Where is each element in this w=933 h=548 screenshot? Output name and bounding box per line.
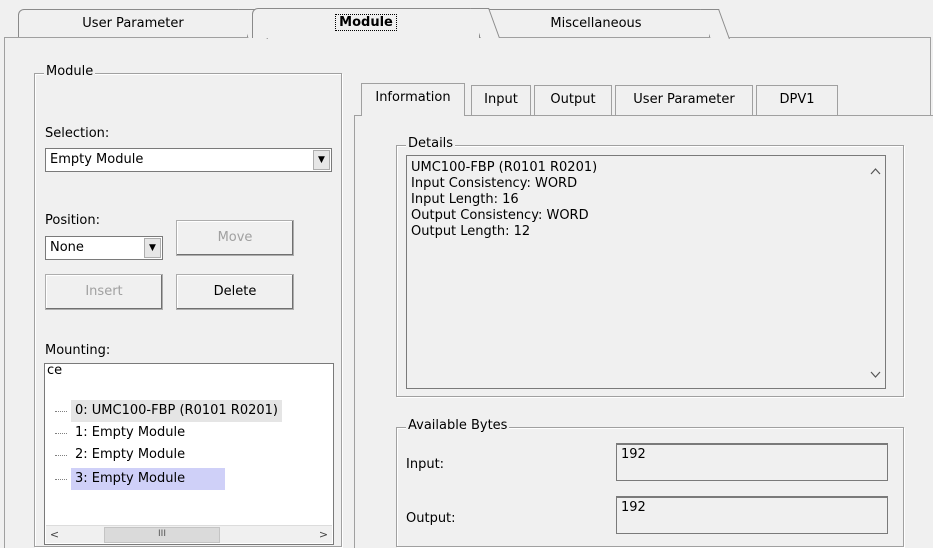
scroll-thumb[interactable]: III (104, 527, 220, 543)
input-bytes-label: Input: (406, 457, 445, 472)
module-group-title: Module (44, 64, 96, 79)
tab-module[interactable]: Module (252, 8, 480, 38)
details-textarea[interactable]: UMC100-FBP (R0101 R0201) Input Consisten… (406, 155, 886, 389)
scroll-thumb-grip: III (158, 529, 166, 539)
details-line: Input Consistency: WORD (411, 176, 578, 191)
tab-input-label: Input (484, 92, 518, 107)
tab-user-parameter-label: User Parameter (82, 16, 184, 31)
details-line: Output Length: 12 (411, 224, 531, 239)
tree-item-1[interactable]: 1: Empty Module (45, 422, 333, 444)
position-value: None (50, 240, 84, 255)
tab-output[interactable]: Output (534, 85, 612, 115)
scroll-up-icon[interactable] (867, 163, 884, 180)
input-bytes-field[interactable]: 192 (616, 443, 888, 481)
tree-item-label: 1: Empty Module (75, 425, 186, 440)
scroll-down-icon[interactable] (867, 366, 884, 383)
mounting-tree[interactable]: ce 0: UMC100-FBP (R0101 R0201) 1: Empty … (44, 363, 334, 545)
tab-module-label: Module (335, 14, 397, 31)
tab-dpv1-label: DPV1 (779, 92, 815, 107)
position-combo[interactable]: None ▼ (45, 236, 163, 260)
tab-information[interactable]: Information (361, 83, 465, 116)
tab-miscellaneous[interactable]: Miscellaneous (482, 9, 710, 37)
tab-input[interactable]: Input (471, 85, 531, 115)
chevron-down-icon[interactable]: ▼ (144, 238, 161, 258)
move-button[interactable]: Move (176, 220, 294, 256)
selection-label: Selection: (45, 126, 110, 141)
tree-horizontal-scrollbar[interactable]: < III > (46, 525, 332, 543)
tree-root[interactable]: ce (47, 363, 63, 382)
tab-information-label: Information (375, 90, 451, 105)
tree-item-label-selected: 3: Empty Module (71, 468, 225, 490)
chevron-down-icon[interactable]: ▼ (313, 150, 330, 170)
tab-output-label: Output (550, 92, 596, 107)
details-line: Input Length: 16 (411, 192, 519, 207)
tab-dpv1[interactable]: DPV1 (756, 85, 838, 115)
output-bytes-field[interactable]: 192 (616, 496, 888, 534)
tree-item-2[interactable]: 2: Empty Module (45, 444, 333, 466)
position-label: Position: (45, 213, 100, 228)
output-bytes-label: Output: (406, 511, 456, 526)
tree-connector (55, 411, 67, 412)
tree-item-label: 2: Empty Module (75, 447, 186, 462)
tree-connector (55, 455, 67, 456)
details-vertical-scrollbar[interactable] (867, 157, 884, 387)
scroll-left-icon[interactable]: < (46, 526, 63, 543)
tree-item-label: 0: UMC100-FBP (R0101 R0201) (71, 400, 282, 422)
details-line: Output Consistency: WORD (411, 208, 589, 223)
tab-user-parameter-inner[interactable]: User Parameter (615, 85, 753, 115)
tab-user-parameter-inner-label: User Parameter (633, 92, 735, 107)
tree-item-0[interactable]: 0: UMC100-FBP (R0101 R0201) (45, 400, 333, 422)
details-group-title: Details (406, 136, 456, 151)
mounting-label: Mounting: (45, 343, 111, 358)
scroll-right-icon[interactable]: > (315, 526, 332, 543)
tab-miscellaneous-label: Miscellaneous (550, 16, 642, 31)
tree-root-label: ce (47, 363, 63, 378)
tree-connector (55, 433, 67, 434)
insert-button[interactable]: Insert (45, 274, 163, 310)
tab-user-parameter[interactable]: User Parameter (18, 9, 248, 37)
delete-button[interactable]: Delete (176, 274, 294, 310)
selection-combo[interactable]: Empty Module ▼ (45, 148, 332, 172)
tree-connector (55, 479, 67, 480)
details-line: UMC100-FBP (R0101 R0201) (411, 160, 598, 175)
selection-value: Empty Module (50, 152, 144, 167)
tree-item-3[interactable]: 3: Empty Module (45, 468, 333, 490)
available-bytes-title: Available Bytes (406, 418, 510, 433)
